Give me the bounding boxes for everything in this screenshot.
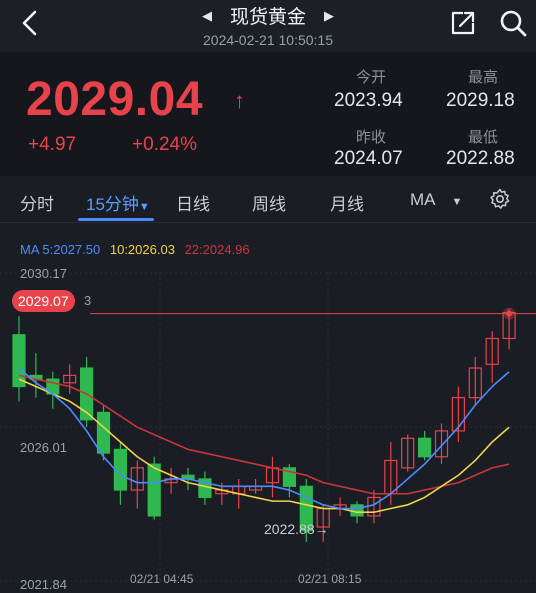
- open-value: 2023.94: [334, 90, 403, 111]
- tab-daily[interactable]: 日线: [176, 190, 210, 215]
- candlestick-chart[interactable]: [0, 223, 536, 593]
- current-price-tag: 2029.07: [12, 290, 75, 312]
- price-change: +4.97: [28, 134, 77, 155]
- settings-gear-icon[interactable]: [488, 187, 512, 211]
- last-price: 2029.04: [26, 73, 204, 126]
- low-marker-label: 2022.88→: [264, 521, 329, 537]
- price-change-percent: +0.24%: [132, 134, 197, 155]
- indicator-selector[interactable]: MA ▼: [410, 190, 462, 210]
- high-value: 2029.18: [446, 90, 515, 111]
- candle-body: [12, 334, 26, 388]
- low-label: 最低: [468, 129, 499, 146]
- tab-weekly[interactable]: 周线: [252, 190, 286, 215]
- prev-instrument-icon[interactable]: ◀: [202, 8, 212, 24]
- candle-body: [418, 437, 432, 458]
- page-title: 现货黄金: [229, 7, 306, 28]
- y-tick-top: 2030.17: [20, 266, 67, 281]
- open-label: 今开: [356, 69, 387, 86]
- next-instrument-icon[interactable]: ▶: [324, 8, 334, 24]
- high-label: 最高: [468, 69, 499, 86]
- quote-panel: 2029.04 ↑ +4.97 +0.24% 今开 2023.94 最高 202…: [0, 52, 536, 176]
- top-bar: ◀ 现货黄金 ▶ 2024-02-21 10:50:15: [0, 0, 536, 52]
- active-tab-underline: [78, 218, 154, 221]
- search-icon[interactable]: [498, 8, 528, 38]
- caret-down-icon: ▼: [451, 196, 463, 208]
- share-icon[interactable]: [450, 10, 476, 36]
- x-tick-2: 02/21 08:15: [298, 572, 362, 586]
- y-tick-bottom: 2021.84: [20, 577, 67, 592]
- prev-close-value: 2024.07: [334, 148, 403, 169]
- tab-monthly[interactable]: 月线: [330, 190, 364, 215]
- x-tick-1: 02/21 04:45: [130, 572, 194, 586]
- candle-body: [96, 411, 111, 454]
- candle-body: [350, 504, 364, 517]
- y-tick-mid: 2026.01: [20, 440, 67, 455]
- candle-body: [147, 463, 161, 517]
- current-price-tag-tail: 3: [84, 293, 92, 308]
- up-arrow-icon: ↑: [234, 88, 245, 113]
- indicator-label: MA: [410, 190, 436, 209]
- low-value: 2022.88: [446, 148, 515, 169]
- caret-down-icon: ▼: [138, 201, 150, 213]
- tab-intraday[interactable]: 分时: [20, 190, 54, 215]
- prev-close-label: 昨收: [356, 129, 387, 146]
- current-price-dot: [506, 310, 513, 317]
- period-tabs: 分时 15分钟▼ 日线 周线 月线 MA ▼: [0, 176, 536, 223]
- tab-15min[interactable]: 15分钟▼: [86, 190, 150, 215]
- tab-15min-label: 15分钟: [86, 195, 139, 214]
